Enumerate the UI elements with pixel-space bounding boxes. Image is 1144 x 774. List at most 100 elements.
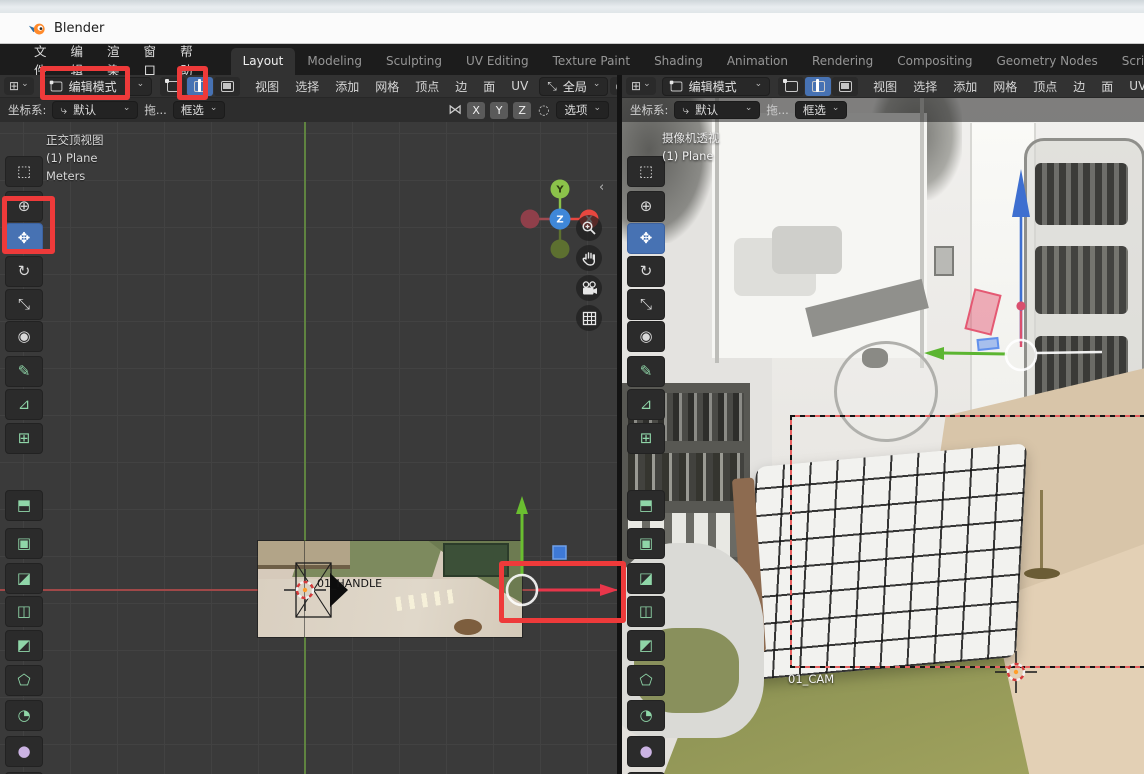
edge-select-button[interactable]	[805, 77, 831, 96]
pan-button[interactable]	[576, 245, 602, 271]
tab-scripting[interactable]: Scripting	[1110, 48, 1144, 75]
tool-move-button[interactable]: ✥	[627, 223, 665, 254]
viewport-canvas-top-ortho[interactable]: 正交顶视图 (1) Plane Meters	[0, 122, 617, 774]
vertex-select-button[interactable]	[778, 77, 804, 96]
menu-uv[interactable]: UV	[504, 77, 535, 95]
menu-mesh[interactable]: 网格	[986, 76, 1024, 97]
tab-uv-editing[interactable]: UV Editing	[454, 48, 541, 75]
face-select-button[interactable]	[832, 77, 858, 96]
menu-view[interactable]: 视图	[248, 76, 286, 97]
menu-vertex[interactable]: 顶点	[1026, 76, 1064, 97]
gizmo-y-arrow[interactable]	[516, 496, 528, 514]
tool-scale-button[interactable]: ⤡	[627, 289, 665, 320]
tool-poly-build-button[interactable]: ⬠	[627, 665, 665, 696]
pivot-point-button[interactable]: ◉	[610, 77, 617, 95]
tool-annotate-button[interactable]: ✎	[5, 356, 43, 387]
menu-edge[interactable]: 边	[448, 76, 474, 97]
tool-inset-faces-button[interactable]: ▣	[627, 528, 665, 559]
tool-annotate-button[interactable]: ✎	[627, 356, 665, 387]
menu-select[interactable]: 选择	[288, 76, 326, 97]
coord-system-dropdown[interactable]: ⤷ 默认 ⌄	[52, 101, 138, 119]
tab-animation[interactable]: Animation	[715, 48, 800, 75]
menu-uv[interactable]: UV	[1122, 77, 1144, 95]
gizmo-center-circle[interactable]	[507, 575, 537, 605]
menu-mesh[interactable]: 网格	[368, 76, 406, 97]
gizmo-plane-handle[interactable]	[553, 546, 566, 559]
tool-bevel-button[interactable]: ◪	[5, 563, 43, 594]
editor-type-button[interactable]: ⊞ ⌄	[4, 77, 34, 95]
zoom-button[interactable]	[576, 215, 602, 241]
mirror-y-toggle[interactable]: Y	[490, 102, 508, 119]
tool-select-box-button[interactable]: ⬚	[5, 156, 43, 187]
menu-face[interactable]: 面	[476, 76, 502, 97]
gizmo-plane-handle[interactable]	[966, 289, 1001, 334]
sidebar-collapse-chevron[interactable]: ‹	[599, 180, 604, 195]
tool-cursor-button[interactable]: ⊕	[5, 191, 43, 222]
menu-add[interactable]: 添加	[946, 76, 984, 97]
tab-layout[interactable]: Layout	[231, 48, 296, 75]
edge-select-button[interactable]	[187, 77, 213, 96]
drag-mode-dropdown[interactable]: 框选 ⌄	[795, 101, 848, 119]
tool-smooth-button[interactable]: ●	[5, 736, 43, 767]
mode-dropdown[interactable]: 编辑模式 ⌄	[662, 77, 771, 96]
gizmo-x-arrow[interactable]	[600, 584, 617, 596]
vertex-select-button[interactable]	[160, 77, 186, 96]
tool-knife-button[interactable]: ◩	[627, 630, 665, 661]
options-dropdown[interactable]: 选项 ⌄	[556, 101, 609, 119]
tool-loop-cut-button[interactable]: ◫	[5, 596, 43, 627]
tool-loop-cut-button[interactable]: ◫	[627, 596, 665, 627]
tab-rendering[interactable]: Rendering	[800, 48, 885, 75]
tool-inset-faces-button[interactable]: ▣	[5, 528, 43, 559]
tool-select-box-button[interactable]: ⬚	[627, 156, 665, 187]
tool-measure-button[interactable]: ⊿	[5, 389, 43, 420]
axis-ball-neg-x[interactable]	[521, 210, 540, 229]
tab-shading[interactable]: Shading	[642, 48, 715, 75]
mirror-z-toggle[interactable]: Z	[513, 102, 531, 119]
gizmo-axis-highlight[interactable]	[1036, 352, 1102, 353]
tool-bevel-button[interactable]: ◪	[627, 563, 665, 594]
viewport-3d-right[interactable]: ⊞ ⌄ 编辑模式 ⌄ 视图 选择 添加 网格 顶点 边 面 UV ⤡	[622, 75, 1144, 774]
tool-transform-button[interactable]: ◉	[627, 321, 665, 352]
mode-dropdown[interactable]: 编辑模式 ⌄	[42, 77, 153, 96]
tab-geometry-nodes[interactable]: Geometry Nodes	[985, 48, 1110, 75]
gizmo-z-arrow[interactable]	[1012, 169, 1030, 217]
coord-system-dropdown[interactable]: ⤷ 默认 ⌄	[674, 101, 760, 119]
tool-poly-build-button[interactable]: ⬠	[5, 665, 43, 696]
mirror-x-toggle[interactable]: X	[467, 102, 485, 119]
tool-spin-button[interactable]: ◔	[5, 700, 43, 731]
tool-extrude-region-button[interactable]: ⬒	[627, 490, 665, 521]
menu-vertex[interactable]: 顶点	[408, 76, 446, 97]
editor-type-button[interactable]: ⊞ ⌄	[626, 77, 656, 95]
tool-add-cube-button[interactable]: ⊞	[5, 423, 43, 454]
tab-modeling[interactable]: Modeling	[295, 48, 374, 75]
tool-measure-button[interactable]: ⊿	[627, 389, 665, 420]
tool-transform-button[interactable]: ◉	[5, 321, 43, 352]
face-select-button[interactable]	[214, 77, 240, 96]
tool-extrude-region-button[interactable]: ⬒	[5, 490, 43, 521]
menu-view[interactable]: 视图	[866, 76, 904, 97]
tab-sculpting[interactable]: Sculpting	[374, 48, 454, 75]
tool-smooth-button[interactable]: ●	[627, 736, 665, 767]
toggle-ortho-button[interactable]	[576, 305, 602, 331]
tool-add-cube-button[interactable]: ⊞	[627, 423, 665, 454]
drag-mode-dropdown[interactable]: 框选 ⌄	[173, 101, 226, 119]
tool-move-button[interactable]: ✥	[5, 223, 43, 254]
viewport-3d-left[interactable]: ⊞ ⌄ 编辑模式 ⌄ 视图 选择 添加 网格 顶点 边 面 UV ⤡	[0, 75, 617, 774]
menu-face[interactable]: 面	[1094, 76, 1120, 97]
camera-view-button[interactable]	[576, 275, 602, 301]
tool-knife-button[interactable]: ◩	[5, 630, 43, 661]
menu-edge[interactable]: 边	[1066, 76, 1092, 97]
tab-compositing[interactable]: Compositing	[885, 48, 984, 75]
tool-rotate-button[interactable]: ↻	[627, 256, 665, 287]
menu-add[interactable]: 添加	[328, 76, 366, 97]
gizmo-plane-handle[interactable]	[978, 338, 999, 350]
menu-select[interactable]: 选择	[906, 76, 944, 97]
transform-orientation-dropdown[interactable]: ⤡ 全局 ⌄	[539, 77, 608, 96]
viewport-canvas-camera-view[interactable]: 01_CAM 摄像机透视 (1) Plane	[622, 98, 1144, 774]
tool-spin-button[interactable]: ◔	[627, 700, 665, 731]
tool-rotate-button[interactable]: ↻	[5, 256, 43, 287]
tool-scale-button[interactable]: ⤡	[5, 289, 43, 320]
tab-texture-paint[interactable]: Texture Paint	[541, 48, 642, 75]
tool-cursor-button[interactable]: ⊕	[627, 191, 665, 222]
gizmo-x-arrow[interactable]	[1016, 301, 1025, 310]
